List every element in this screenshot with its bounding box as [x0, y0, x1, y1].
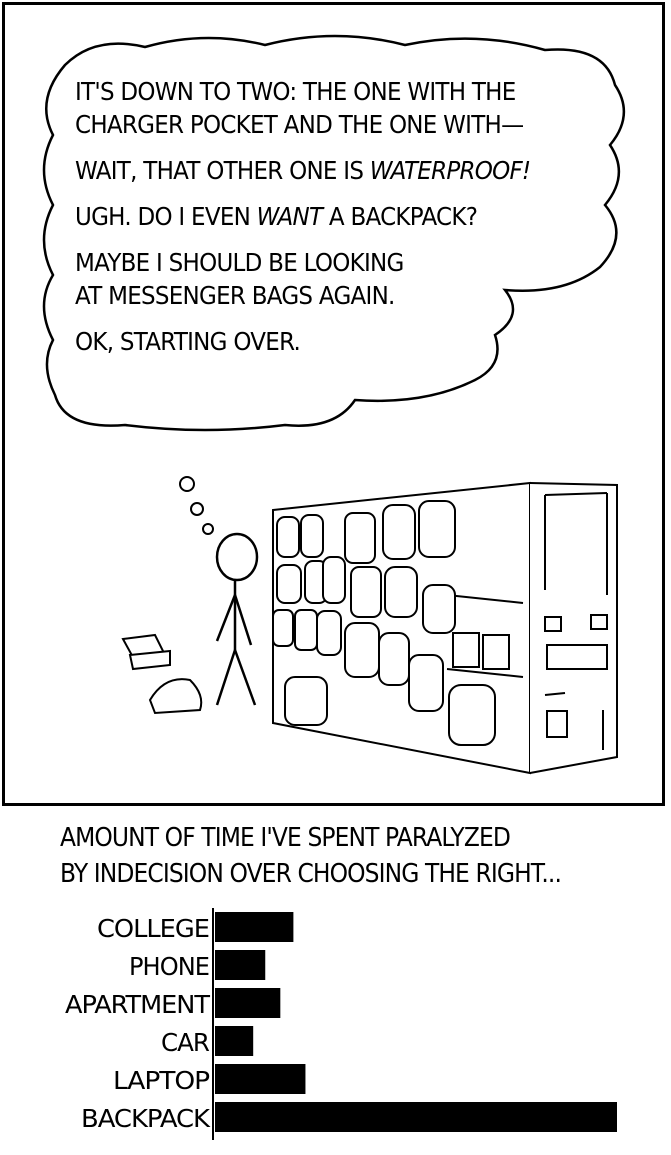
- thought-line: CHARGER POCKET AND THE ONE WITH—: [75, 110, 524, 139]
- thought-line-group: MAYBE I SHOULD BE LOOKING AT MESSENGER B…: [75, 246, 572, 312]
- bar-college: [215, 912, 294, 942]
- bar-car: [215, 1026, 254, 1056]
- thought-line: UGH. DO I EVEN WANT A BACKPACK?: [75, 202, 478, 231]
- category-label: PHONE: [129, 952, 209, 981]
- thought-line: AT MESSENGER BAGS AGAIN.: [75, 281, 395, 310]
- thought-line-group: IT'S DOWN TO TWO: THE ONE WITH THE CHARG…: [75, 75, 572, 141]
- chart-title-line-2: BY INDECISION OVER CHOOSING THE RIGHT...: [60, 859, 562, 889]
- thought-line: WAIT, THAT OTHER ONE IS WATERPROOF!: [75, 156, 531, 185]
- thought-line: IT'S DOWN TO TWO: THE ONE WITH THE: [75, 77, 516, 106]
- bar-laptop: [215, 1064, 306, 1094]
- thought-line: MAYBE I SHOULD BE LOOKING: [75, 248, 404, 277]
- thought-bubble-text: IT'S DOWN TO TWO: THE ONE WITH THE CHARG…: [75, 75, 572, 371]
- category-label: LAPTOP: [113, 1066, 210, 1095]
- thought-line-group: WAIT, THAT OTHER ONE IS WATERPROOF!: [75, 154, 572, 187]
- category-label: COLLEGE: [97, 914, 209, 943]
- category-label: CAR: [161, 1028, 210, 1057]
- thought-line-group: UGH. DO I EVEN WANT A BACKPACK?: [75, 200, 572, 233]
- thought-line: OK, STARTING OVER.: [75, 327, 301, 356]
- bar-phone: [215, 950, 266, 980]
- category-label: BACKPACK: [81, 1104, 211, 1133]
- chart-title-line-1: AMOUNT OF TIME I'VE SPENT PARALYZED: [60, 823, 511, 853]
- thought-line-group: OK, STARTING OVER.: [75, 325, 572, 358]
- bar-chart: COLLEGE PHONE APARTMENT CAR LAPTOP BACKPACK: [65, 908, 617, 1140]
- bar-backpack: [215, 1102, 617, 1132]
- bar-apartment: [215, 988, 281, 1018]
- category-label: APARTMENT: [65, 990, 211, 1019]
- chart-title: AMOUNT OF TIME I'VE SPENT PARALYZED BY I…: [60, 820, 600, 892]
- comic-panel: IT'S DOWN TO TWO: THE ONE WITH THE CHARG…: [2, 2, 665, 806]
- stick-figure: [215, 532, 259, 706]
